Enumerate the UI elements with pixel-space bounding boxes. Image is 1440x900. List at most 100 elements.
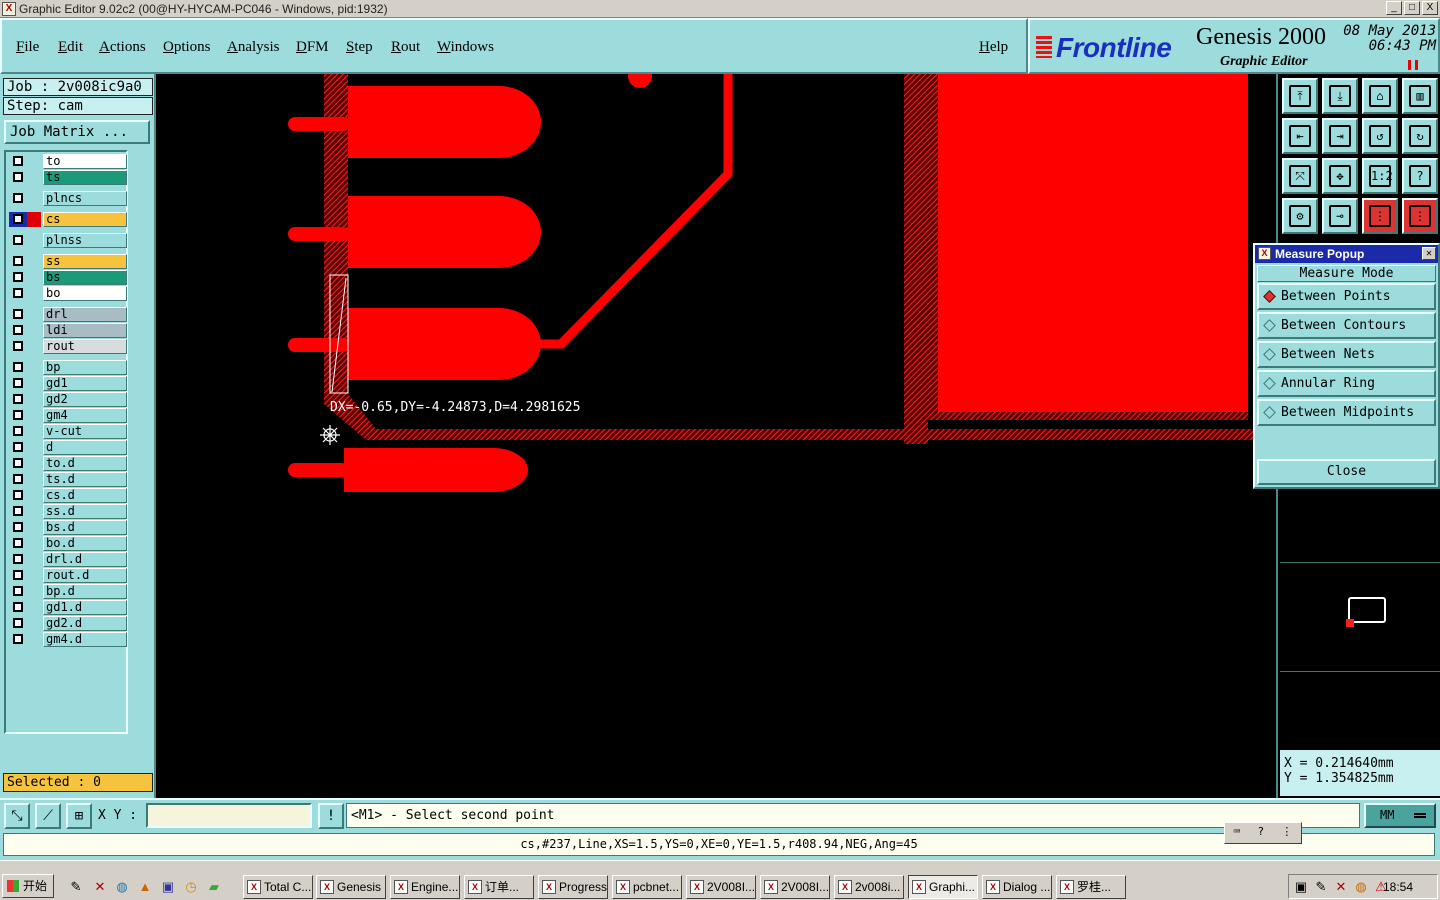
layer-name[interactable]: plnss	[43, 233, 127, 248]
layer-name[interactable]: v-cut	[43, 424, 127, 439]
layer-row-ss[interactable]: ss	[9, 254, 127, 269]
help-icon[interactable]: ?	[1402, 158, 1438, 194]
layer-row-bp[interactable]: bp	[9, 360, 127, 375]
layer-checkbox[interactable]	[13, 256, 23, 266]
menu-options[interactable]: Options	[163, 39, 211, 56]
layer-name[interactable]: to.d	[43, 456, 127, 471]
layer-row-ts[interactable]: ts	[9, 170, 127, 185]
layer-checkbox[interactable]	[13, 410, 23, 420]
pause-icon[interactable]	[1408, 60, 1418, 70]
pan-left-icon[interactable]: ⇤	[1282, 118, 1318, 154]
layer-row-plnss[interactable]: plnss	[9, 233, 127, 248]
layer-name[interactable]: gm4.d	[43, 632, 127, 647]
layer-row-plncs[interactable]: plncs	[9, 191, 127, 206]
layer-checkbox[interactable]	[13, 490, 23, 500]
tray-network-icon[interactable]: ▣	[1293, 879, 1309, 895]
clock[interactable]: 18:54	[1383, 880, 1413, 894]
layer-row-bp.d[interactable]: bp.d	[9, 584, 127, 599]
popup-close-button[interactable]: Close	[1257, 459, 1436, 485]
layer-row-d[interactable]: d	[9, 440, 127, 455]
mode-between-contours[interactable]: Between Contours	[1257, 312, 1436, 339]
layer-checkbox[interactable]	[13, 426, 23, 436]
layer-name[interactable]: plncs	[43, 191, 127, 206]
quicklaunch-clock-icon[interactable]: ◷	[183, 879, 199, 895]
layout-icon[interactable]: ▥	[1402, 78, 1438, 114]
taskbar-task-11[interactable]: X 罗桂...	[1056, 875, 1126, 899]
close-window-button[interactable]: X	[1422, 1, 1438, 15]
ime-toolbar[interactable]: ⌨ ? ⋮	[1224, 822, 1302, 844]
layer-checkbox[interactable]	[13, 474, 23, 484]
layer-checkbox[interactable]	[13, 586, 23, 596]
layer-name[interactable]: ts.d	[43, 472, 127, 487]
measure-icon[interactable]: ⟋	[35, 803, 61, 829]
pad-icon[interactable]: ⊸	[1322, 198, 1358, 234]
taskbar-task-9[interactable]: X Graphi...	[908, 875, 978, 899]
layer-checkbox[interactable]	[13, 156, 23, 166]
layer-row-drl.d[interactable]: drl.d	[9, 552, 127, 567]
layer-name[interactable]: drl	[43, 307, 127, 322]
layer-name[interactable]: gd2	[43, 392, 127, 407]
minimize-button[interactable]: _	[1386, 1, 1402, 15]
layer-checkbox[interactable]	[13, 309, 23, 319]
layer-row-rout.d[interactable]: rout.d	[9, 568, 127, 583]
layer-name[interactable]: cs	[43, 212, 127, 227]
quicklaunch-folder-icon[interactable]: ▰	[206, 879, 222, 895]
menu-file[interactable]: File	[16, 39, 39, 56]
maximize-button[interactable]: □	[1404, 1, 1420, 15]
menu-windows[interactable]: Windows	[437, 39, 494, 56]
layer-name[interactable]: rout.d	[43, 568, 127, 583]
quicklaunch-save-icon[interactable]: ▣	[160, 879, 176, 895]
overview-map[interactable]	[1280, 562, 1440, 672]
keyboard-icon[interactable]: ⌨	[1234, 823, 1241, 843]
layer-row-gm4.d[interactable]: gm4.d	[9, 632, 127, 647]
taskbar-task-7[interactable]: X 2V008I...	[760, 875, 830, 899]
taskbar-task-5[interactable]: Xpcbnet...	[612, 875, 682, 899]
layer-row-rout[interactable]: rout	[9, 339, 127, 354]
layer-checkbox[interactable]	[13, 193, 23, 203]
taskbar-task-2[interactable]: X Engine...	[390, 875, 460, 899]
layer-name[interactable]: drl.d	[43, 552, 127, 567]
menu-analysis[interactable]: Analysis	[227, 39, 280, 56]
layer-name[interactable]: bo.d	[43, 536, 127, 551]
pan-right-icon[interactable]: ⇥	[1322, 118, 1358, 154]
redo-view-icon[interactable]: ↻	[1402, 118, 1438, 154]
layer-row-to[interactable]: to	[9, 154, 127, 169]
layer-checkbox[interactable]	[13, 341, 23, 351]
layer-name[interactable]: to	[43, 154, 127, 169]
tray-genesis-icon[interactable]: ✕	[1333, 879, 1349, 895]
units-select[interactable]: MM	[1364, 803, 1436, 828]
settings-icon[interactable]: ⚙	[1282, 198, 1318, 234]
layer-name[interactable]: bs.d	[43, 520, 127, 535]
layer-checkbox[interactable]	[13, 378, 23, 388]
layer-row-gm4[interactable]: gm4	[9, 408, 127, 423]
layer-name[interactable]: ts	[43, 170, 127, 185]
snap-down-icon[interactable]: ⤓	[1322, 78, 1358, 114]
grid-icon[interactable]: ⊞	[66, 803, 92, 829]
layer-row-cs[interactable]: cs	[9, 212, 127, 227]
start-button[interactable]: 开始	[2, 874, 54, 898]
layer-checkbox[interactable]	[13, 235, 23, 245]
layer-checkbox[interactable]	[13, 288, 23, 298]
quicklaunch-globe-icon[interactable]: ◍	[114, 879, 130, 895]
layer-row-to.d[interactable]: to.d	[9, 456, 127, 471]
quicklaunch-app-icon[interactable]: ▲	[137, 879, 153, 895]
layer-checkbox[interactable]	[13, 272, 23, 282]
layer-row-gd2.d[interactable]: gd2.d	[9, 616, 127, 631]
layer-checkbox[interactable]	[13, 172, 23, 182]
layer-checkbox[interactable]	[13, 570, 23, 580]
layer-row-v-cut[interactable]: v-cut	[9, 424, 127, 439]
layer-name[interactable]: bp.d	[43, 584, 127, 599]
layer-row-drl[interactable]: drl	[9, 307, 127, 322]
layer-checkbox[interactable]	[13, 362, 23, 372]
layer-row-bs.d[interactable]: bs.d	[9, 520, 127, 535]
layer-row-gd1[interactable]: gd1	[9, 376, 127, 391]
layer-name[interactable]: d	[43, 440, 127, 455]
layer-name[interactable]: ss	[43, 254, 127, 269]
layer-checkbox[interactable]	[13, 634, 23, 644]
menu-help[interactable]: Help	[979, 39, 1008, 56]
layer-row-ss.d[interactable]: ss.d	[9, 504, 127, 519]
layer-checkbox[interactable]	[13, 442, 23, 452]
layer-row-ldi[interactable]: ldi	[9, 323, 127, 338]
layer-checkbox[interactable]	[13, 618, 23, 628]
menu-dfm[interactable]: DFM	[296, 39, 329, 56]
